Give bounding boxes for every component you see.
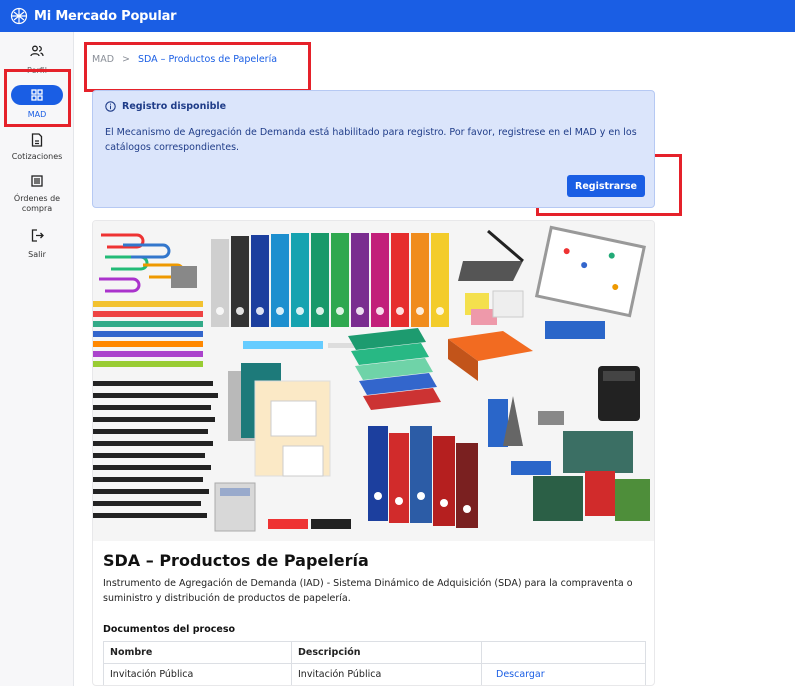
sidebar-item-cotizaciones[interactable]: Cotizaciones: [0, 133, 74, 162]
breadcrumb-current: SDA – Productos de Papelería: [137, 54, 278, 65]
column-header-description: Descripción: [291, 641, 482, 664]
sidebar-item-label: Cotizaciones: [11, 152, 63, 161]
document-icon: [31, 133, 43, 147]
sidebar: Perfil MAD Cotizaciones Órdenes de compr…: [0, 32, 74, 686]
app-title: Mi Mercado Popular: [34, 8, 177, 24]
list-icon: [31, 175, 43, 187]
logout-icon: [31, 229, 44, 242]
breadcrumb: MAD > SDA – Productos de Papelería: [92, 54, 277, 65]
register-button[interactable]: Registrarse: [567, 175, 645, 197]
product-description: Instrumento de Agregación de Demanda (IA…: [103, 578, 633, 604]
documents-section-title: Documentos del proceso: [103, 624, 236, 635]
alert-message: El Mecanismo de Agregación de Demanda es…: [105, 127, 637, 153]
app-logo-icon: [10, 7, 28, 25]
column-header-name: Nombre: [103, 641, 292, 664]
sidebar-item-label: Órdenes de compra: [13, 194, 61, 213]
document-description: Invitación Pública: [291, 663, 482, 685]
top-bar: Mi Mercado Popular: [0, 0, 795, 32]
highlight-box-breadcrumb: [84, 42, 311, 92]
info-icon: [105, 101, 116, 112]
column-header-action: [481, 641, 646, 664]
product-title: SDA – Productos de Papelería: [103, 551, 369, 570]
product-card: SDA – Productos de Papelería Instrumento…: [92, 220, 655, 686]
download-link[interactable]: Descargar: [481, 663, 646, 685]
table-row: Invitación Pública Invitación Pública De…: [103, 663, 646, 685]
highlight-box-sidebar: [4, 69, 71, 127]
alert-title: Registro disponible: [122, 101, 227, 112]
breadcrumb-root-link[interactable]: MAD: [92, 54, 114, 65]
registration-alert: Registro disponible El Mecanismo de Agre…: [92, 90, 655, 208]
breadcrumb-separator: >: [122, 54, 130, 65]
sidebar-item-salir[interactable]: Salir: [0, 229, 74, 260]
documents-table: Nombre Descripción Invitación Pública In…: [103, 641, 646, 685]
users-icon: [30, 45, 44, 57]
table-header-row: Nombre Descripción: [103, 641, 646, 664]
sidebar-item-ordenes[interactable]: Órdenes de compra: [0, 175, 74, 214]
sidebar-item-label: Salir: [28, 250, 46, 259]
office-supplies-image: [93, 221, 654, 541]
document-name: Invitación Pública: [103, 663, 292, 685]
